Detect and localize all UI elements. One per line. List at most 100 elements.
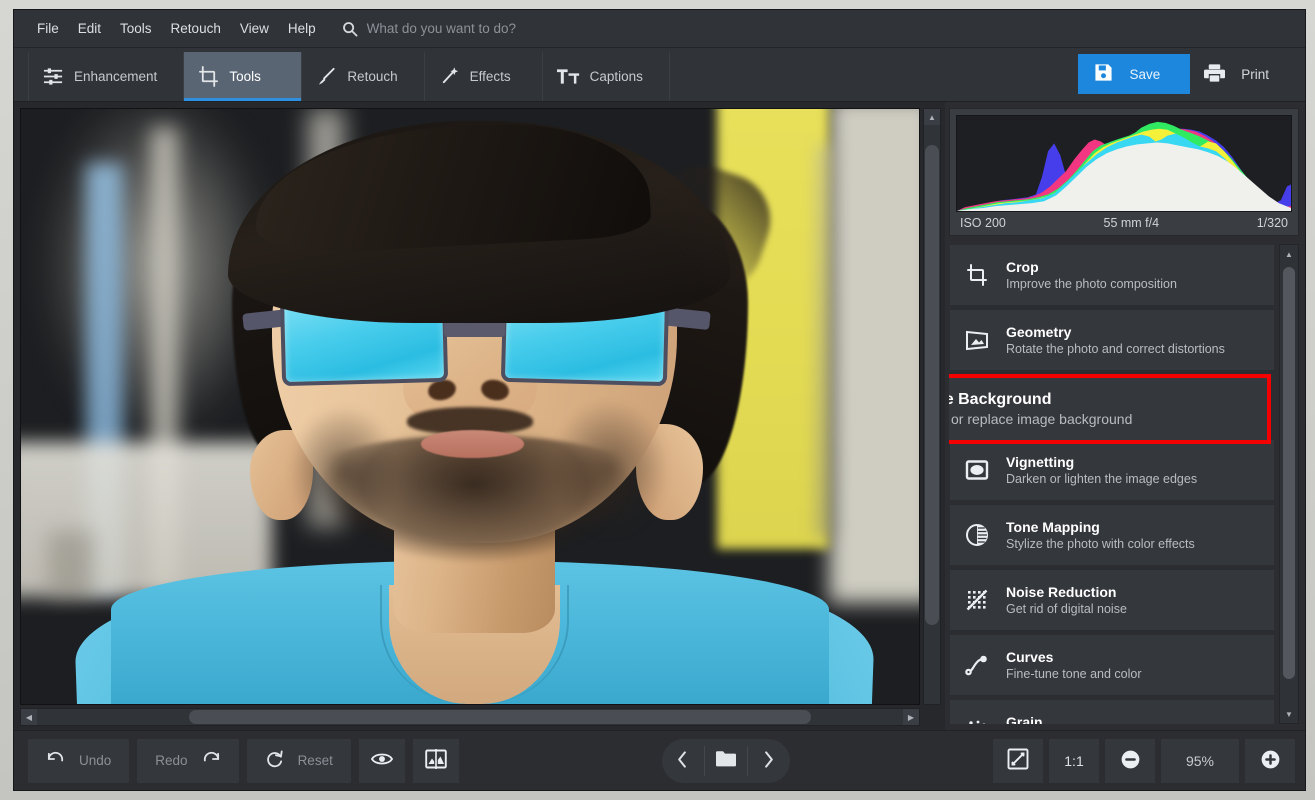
tool-text: Grain Apply film grain effect — [1006, 714, 1125, 724]
canvas-vscroll-thumb[interactable] — [925, 145, 939, 625]
preview-toggle-button[interactable] — [358, 738, 405, 783]
zoom-controls: 1:1 95% — [993, 738, 1295, 783]
exif-lens: 55 mm f/4 — [1103, 216, 1160, 230]
print-button-label: Print — [1241, 66, 1269, 82]
tool-desc: Improve the photo composition — [1006, 277, 1177, 291]
photo-subject — [21, 109, 919, 704]
tool-item-geometry[interactable]: Geometry Rotate the photo and correct di… — [949, 309, 1275, 371]
panel-scroll-down-icon[interactable]: ▼ — [1280, 705, 1298, 723]
photo-viewport[interactable] — [20, 108, 920, 705]
scroll-up-icon[interactable]: ▲ — [924, 109, 940, 125]
tab-retouch[interactable]: Retouch — [302, 52, 425, 101]
tool-title: Tone Mapping — [1006, 519, 1100, 535]
search-icon — [342, 21, 358, 37]
canvas-vscroll-track[interactable] — [924, 125, 940, 704]
noise-icon — [962, 588, 992, 612]
tool-title: Change Background — [949, 391, 1052, 408]
tab-enhancement[interactable]: Enhancement — [28, 52, 185, 101]
actual-size-button[interactable]: 1:1 — [1049, 738, 1099, 783]
menu-item-tools[interactable]: Tools — [111, 17, 161, 40]
zoom-in-button[interactable] — [1245, 738, 1295, 783]
undo-button[interactable]: Undo — [28, 739, 129, 783]
histogram-card: ISO 200 55 mm f/4 1/320 — [949, 108, 1299, 236]
scroll-right-icon[interactable]: ▶ — [903, 709, 919, 725]
next-image-button[interactable] — [748, 739, 790, 783]
menu-bar: File Edit Tools Retouch View Help — [14, 10, 1305, 48]
redo-icon — [202, 750, 221, 772]
lips — [420, 430, 524, 458]
canvas-hscroll-track[interactable] — [37, 709, 903, 725]
reset-icon — [265, 750, 284, 772]
printer-icon — [1204, 63, 1226, 86]
file-navigation-group — [661, 738, 790, 783]
action-bar: Save Print — [1078, 52, 1291, 101]
reset-group: Reset — [246, 738, 351, 783]
reset-button[interactable]: Reset — [247, 739, 351, 783]
crop-icon — [962, 263, 992, 287]
tool-item-grain[interactable]: Grain Apply film grain effect — [949, 699, 1275, 724]
tool-item-vignetting[interactable]: Vignetting Darken or lighten the image e… — [949, 439, 1275, 501]
panel-scroll-up-icon[interactable]: ▲ — [1280, 245, 1298, 263]
tab-tools[interactable]: Tools — [184, 52, 303, 101]
menu-item-view[interactable]: View — [231, 17, 278, 40]
exif-iso: ISO 200 — [960, 216, 1006, 230]
tool-text: Change Background Remove or replace imag… — [949, 391, 1132, 427]
tool-title: Vignetting — [1006, 454, 1075, 470]
redo-button[interactable]: Redo — [137, 739, 238, 783]
geometry-icon — [962, 328, 992, 352]
tool-desc: Fine-tune tone and color — [1006, 667, 1142, 681]
panel-scroll-thumb[interactable] — [1283, 267, 1295, 679]
right-panel: ISO 200 55 mm f/4 1/320 Crop Improve the… — [945, 102, 1305, 730]
tool-text: Geometry Rotate the photo and correct di… — [1006, 324, 1225, 356]
tab-effects-label: Effects — [469, 69, 511, 84]
canvas-hscroll-thumb[interactable] — [189, 710, 811, 724]
tool-title: Geometry — [1006, 324, 1072, 340]
chevron-right-icon — [762, 750, 775, 772]
tab-captions-label: Captions — [589, 69, 643, 84]
search-input[interactable] — [366, 21, 687, 36]
photo-editor-window: File Edit Tools Retouch View Help What d… — [13, 9, 1306, 791]
tab-captions[interactable]: Captions — [543, 52, 670, 101]
menu-item-file[interactable]: File — [28, 17, 68, 40]
tool-desc: Get rid of digital noise — [1006, 602, 1127, 616]
fit-to-screen-button[interactable] — [993, 738, 1043, 783]
scroll-left-icon[interactable]: ◀ — [21, 709, 37, 725]
before-after-button[interactable] — [412, 738, 459, 783]
undo-icon — [46, 750, 65, 772]
tool-title: Grain — [1006, 714, 1043, 724]
canvas-vertical-scrollbar[interactable]: ▲ — [923, 108, 941, 705]
previous-image-button[interactable] — [662, 739, 704, 783]
tool-item-noise-reduction[interactable]: Noise Reduction Get rid of digital noise — [949, 569, 1275, 631]
tool-item-change-background[interactable]: Change Background Remove or replace imag… — [949, 374, 1271, 444]
save-button[interactable]: Save — [1078, 54, 1191, 94]
desktop-backdrop: File Edit Tools Retouch View Help What d… — [0, 0, 1315, 800]
tool-item-tone-mapping[interactable]: Tone Mapping Stylize the photo with colo… — [949, 504, 1275, 566]
brush-icon — [316, 66, 337, 87]
canvas-horizontal-scrollbar[interactable]: ◀ ▶ — [20, 708, 920, 726]
tools-list: Crop Improve the photo composition Geome… — [949, 244, 1275, 724]
main-body: ▲ ◀ ▶ ISO 200 55 mm f/4 1/320 Crop Impro… — [14, 102, 1305, 730]
tool-item-curves[interactable]: Curves Fine-tune tone and color — [949, 634, 1275, 696]
tool-item-crop[interactable]: Crop Improve the photo composition — [949, 244, 1275, 306]
grain-icon — [962, 718, 992, 724]
tool-desc: Remove or replace image background — [949, 411, 1133, 427]
vignette-icon — [962, 458, 992, 482]
menu-item-edit[interactable]: Edit — [69, 17, 110, 40]
menu-item-retouch[interactable]: Retouch — [162, 17, 230, 40]
menu-item-help[interactable]: Help — [279, 17, 325, 40]
tools-panel-scrollbar[interactable]: ▲ ▼ — [1279, 244, 1299, 724]
print-button[interactable]: Print — [1190, 54, 1291, 94]
open-folder-button[interactable] — [705, 739, 747, 783]
tab-retouch-label: Retouch — [347, 69, 398, 84]
zoom-out-button[interactable] — [1105, 738, 1155, 783]
sliders-icon — [43, 66, 64, 87]
panel-scroll-track[interactable] — [1280, 263, 1298, 705]
tool-desc: Rotate the photo and correct distortions — [1006, 342, 1225, 356]
undo-label: Undo — [79, 753, 112, 768]
tab-spacer — [670, 52, 1079, 101]
zoom-level-display[interactable]: 95% — [1161, 738, 1239, 783]
eye-icon — [370, 751, 393, 770]
chevron-left-icon — [676, 750, 689, 772]
tool-title: Curves — [1006, 649, 1054, 665]
tab-effects[interactable]: Effects — [425, 52, 543, 101]
